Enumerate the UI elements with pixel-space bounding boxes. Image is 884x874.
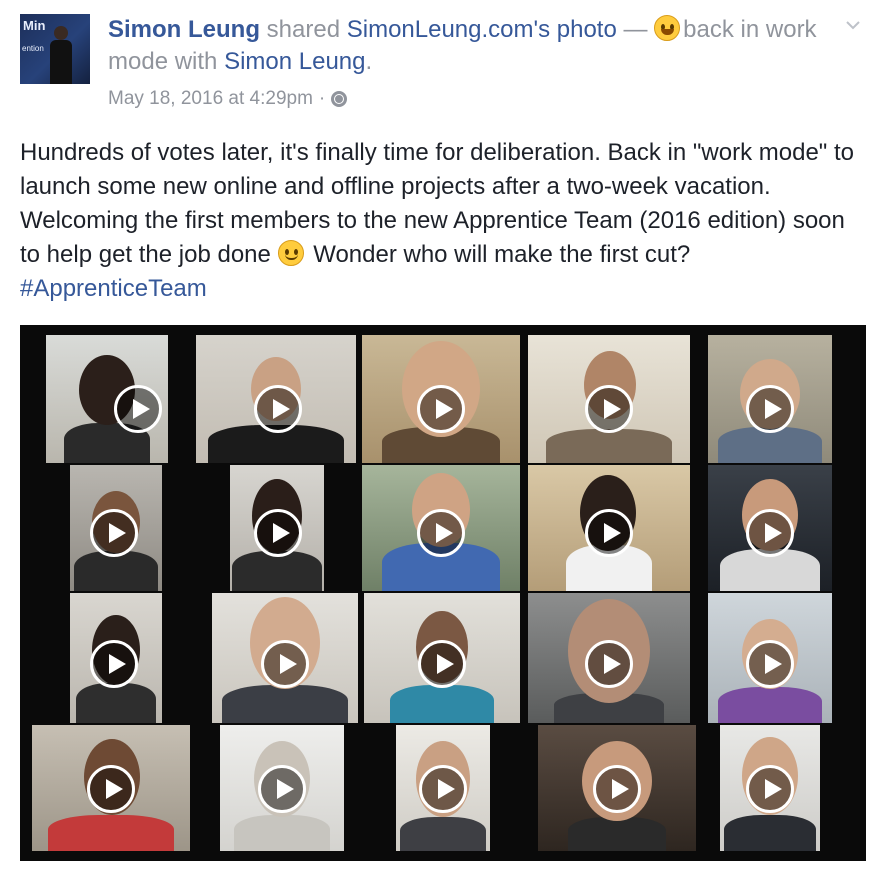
video-tile[interactable] (708, 593, 832, 723)
shared-word: shared (266, 16, 341, 43)
video-tile[interactable] (362, 465, 520, 591)
play-icon[interactable] (254, 509, 302, 557)
play-icon[interactable] (746, 765, 794, 813)
video-tile[interactable] (720, 725, 820, 851)
play-icon[interactable] (746, 509, 794, 557)
grinning-face-icon (654, 15, 681, 41)
avatar-figure-head (54, 26, 68, 40)
video-tile[interactable] (708, 335, 832, 463)
play-icon[interactable] (585, 509, 633, 557)
avatar-text: Min (23, 18, 46, 33)
header-dash: — (623, 16, 648, 43)
play-icon[interactable] (746, 640, 794, 688)
tile-person (234, 815, 330, 851)
post-photo[interactable] (20, 325, 866, 861)
video-tile[interactable] (538, 725, 696, 851)
play-icon[interactable] (417, 385, 465, 433)
video-tile[interactable] (364, 593, 520, 723)
play-icon[interactable] (417, 509, 465, 557)
play-icon[interactable] (419, 765, 467, 813)
play-icon[interactable] (261, 640, 309, 688)
video-tile[interactable] (46, 335, 168, 463)
video-tile[interactable] (32, 725, 190, 851)
play-icon[interactable] (114, 385, 162, 433)
meta-separator: · (318, 88, 326, 109)
post-header: Simon Leung shared SimonLeung.com's phot… (108, 14, 833, 78)
tile-person (232, 551, 322, 591)
video-tile[interactable] (528, 335, 690, 463)
video-tile[interactable] (230, 465, 324, 591)
play-icon[interactable] (585, 640, 633, 688)
play-icon[interactable] (593, 765, 641, 813)
video-tile[interactable] (70, 465, 162, 591)
tile-person (48, 815, 174, 851)
tile-person (76, 683, 156, 723)
video-tile[interactable] (196, 335, 356, 463)
video-tile[interactable] (528, 593, 690, 723)
post-meta: May 18, 2016 at 4:29pm · (108, 88, 348, 110)
globe-icon[interactable] (331, 91, 348, 107)
video-tile[interactable] (212, 593, 358, 723)
avatar-text-2: ention (22, 44, 44, 53)
tile-person (724, 815, 816, 851)
photo-link[interactable]: photo (557, 16, 617, 43)
author-name-link[interactable]: Simon Leung (108, 16, 260, 43)
video-tile[interactable] (70, 593, 162, 723)
slightly-smiling-face-icon (277, 240, 304, 266)
play-icon[interactable] (746, 385, 794, 433)
video-tile[interactable] (708, 465, 832, 591)
play-icon[interactable] (87, 765, 135, 813)
play-icon[interactable] (585, 385, 633, 433)
video-tile[interactable] (362, 335, 520, 463)
play-icon[interactable] (258, 765, 306, 813)
tile-person (222, 685, 348, 723)
play-icon[interactable] (418, 640, 466, 688)
tile-person (400, 817, 486, 851)
video-tile[interactable] (528, 465, 690, 591)
post-options-chevron-down-icon[interactable] (846, 18, 860, 32)
tile-person (568, 817, 666, 851)
tile-person (74, 551, 158, 591)
video-tile[interactable] (220, 725, 344, 851)
play-icon[interactable] (90, 640, 138, 688)
post-timestamp[interactable]: May 18, 2016 at 4:29pm (108, 88, 313, 110)
hashtag-link[interactable]: #ApprenticeTeam (20, 275, 207, 302)
tagged-user-link[interactable]: Simon Leung (224, 48, 365, 75)
tile-person (718, 687, 822, 723)
tile-person (390, 685, 494, 723)
play-icon[interactable] (254, 385, 302, 433)
avatar-figure-body (50, 40, 72, 84)
tile-person (546, 429, 672, 463)
source-page-link[interactable]: SimonLeung.com's (347, 16, 550, 43)
video-tile[interactable] (396, 725, 490, 851)
author-avatar[interactable]: Min ention (20, 14, 90, 84)
post-body-text-2: Wonder who will make the first cut? (313, 241, 691, 268)
post-body: Hundreds of votes later, it's finally ti… (20, 136, 866, 306)
play-icon[interactable] (90, 509, 138, 557)
header-period: . (365, 48, 373, 75)
